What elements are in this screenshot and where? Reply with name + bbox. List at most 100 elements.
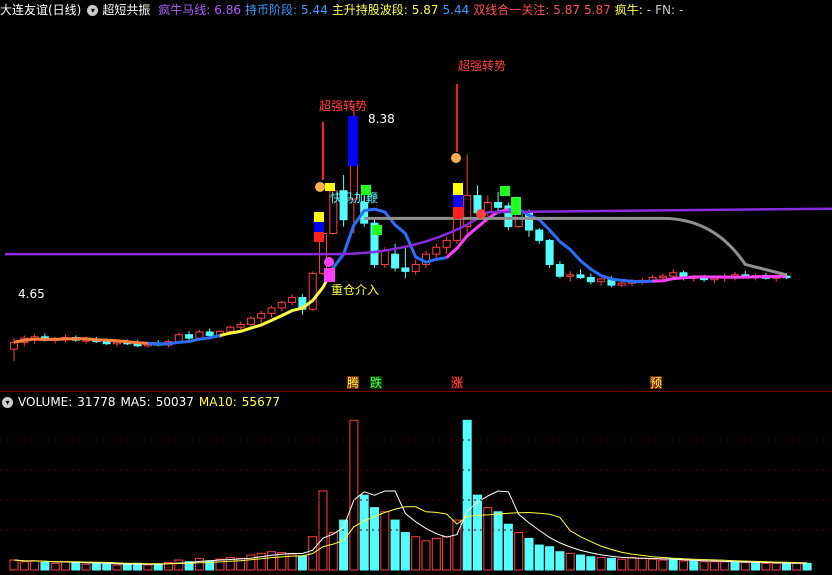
volume-bar — [802, 562, 812, 571]
volume-header: ▾ VOLUME: 31778 MA5: 50037 MA10: 55677 — [0, 393, 832, 411]
volume-bar — [503, 523, 513, 571]
hand-icon — [451, 153, 461, 163]
candle-body — [442, 239, 451, 248]
volume-bar — [370, 507, 379, 571]
volume-bar — [71, 562, 81, 571]
volume-bar — [730, 562, 740, 571]
price-chart[interactable]: 超强转势超强转势快马加鞭重仓介入8.384.65腾跌涨预 — [0, 0, 832, 390]
volume-bar — [184, 561, 194, 571]
ma5-label: MA5: — [120, 395, 151, 409]
signal-bar-blue — [348, 116, 358, 166]
volume-bar — [421, 540, 431, 571]
candle-body — [102, 341, 111, 345]
ma5-line — [13, 490, 808, 565]
volume-bar — [431, 537, 441, 571]
volume-bar — [473, 494, 482, 571]
signal-square — [453, 195, 463, 207]
candle-body — [545, 239, 554, 265]
signal-square — [314, 232, 324, 242]
volume-bar — [81, 563, 91, 571]
candle-body — [411, 263, 420, 272]
volume-bar — [617, 558, 627, 571]
volume-bar — [287, 553, 297, 571]
candle-body — [267, 307, 276, 314]
signal-square — [453, 183, 463, 195]
ma10-value: 55677 — [241, 395, 280, 409]
ma10-label: MA10: — [198, 395, 237, 409]
hand-icon — [315, 182, 325, 192]
volume-bar — [112, 564, 122, 571]
signal-square — [500, 186, 510, 196]
signal-diamond-icon — [476, 209, 486, 219]
volume-bar — [483, 507, 493, 571]
signal-square — [372, 225, 382, 235]
volume-bar — [297, 555, 307, 571]
candle-body — [174, 334, 183, 343]
high-price-label: 8.38 — [368, 112, 395, 126]
volume-bar — [709, 561, 719, 571]
volume-bar — [771, 562, 781, 571]
volume-bar — [524, 537, 534, 571]
candle-body — [586, 277, 595, 283]
volume-bar — [339, 519, 349, 571]
signal-heavy-label: 重仓介入 — [331, 283, 379, 297]
volume-bar — [586, 556, 596, 571]
signal-square — [511, 197, 521, 215]
candle-body — [555, 263, 564, 277]
volume-bar — [576, 554, 585, 571]
marker-teng: 腾 — [347, 375, 359, 390]
volume-bar — [596, 557, 606, 571]
candle-body — [669, 272, 678, 277]
volume-bar — [658, 559, 668, 571]
candle-body — [246, 317, 255, 325]
volume-label: VOLUME: — [18, 395, 73, 409]
volume-bar — [565, 552, 575, 571]
signal-dot — [324, 257, 334, 267]
volume-bar — [9, 559, 19, 571]
volume-bar — [236, 557, 246, 571]
volume-bar — [19, 561, 29, 571]
volume-bar — [102, 563, 112, 571]
volume-bar — [318, 490, 328, 571]
candle-body — [288, 297, 297, 303]
volume-menu-icon[interactable]: ▾ — [2, 397, 13, 408]
candle-body — [380, 250, 389, 265]
volume-bar — [400, 532, 410, 571]
volume-bar — [133, 562, 143, 571]
signal-square — [361, 185, 371, 195]
volume-bar — [462, 419, 472, 571]
volume-bar — [153, 563, 163, 571]
volume-bar — [380, 511, 390, 571]
ma10-line — [13, 506, 808, 565]
volume-bar — [174, 559, 184, 571]
volume-bar — [740, 562, 750, 571]
volume-bar — [267, 551, 276, 571]
volume-bar — [689, 560, 699, 571]
volume-bar — [390, 519, 400, 571]
volume-bar — [205, 560, 215, 571]
candle-body — [257, 312, 266, 319]
candle-body — [391, 253, 400, 269]
candle-body — [277, 301, 286, 309]
volume-bar — [50, 562, 60, 571]
volume-bar — [122, 563, 132, 571]
signal-square — [314, 212, 324, 222]
volume-bar — [442, 536, 452, 571]
volume-bar — [30, 560, 40, 571]
signal-square — [453, 207, 463, 219]
volume-bar — [452, 519, 462, 571]
volume-bar — [164, 562, 173, 571]
signal-square — [314, 222, 324, 232]
candle-body — [432, 246, 441, 255]
volume-bar — [349, 419, 359, 571]
volume-bar — [277, 552, 287, 571]
volume-bar — [328, 532, 338, 571]
volume-bar — [668, 559, 678, 571]
volume-bar — [637, 557, 647, 571]
ma5-value: 50037 — [155, 395, 194, 409]
volume-bar — [194, 557, 204, 571]
volume-bar — [534, 544, 544, 571]
volume-bar — [143, 564, 153, 571]
candle-body — [576, 274, 585, 279]
volume-bar — [679, 560, 688, 571]
